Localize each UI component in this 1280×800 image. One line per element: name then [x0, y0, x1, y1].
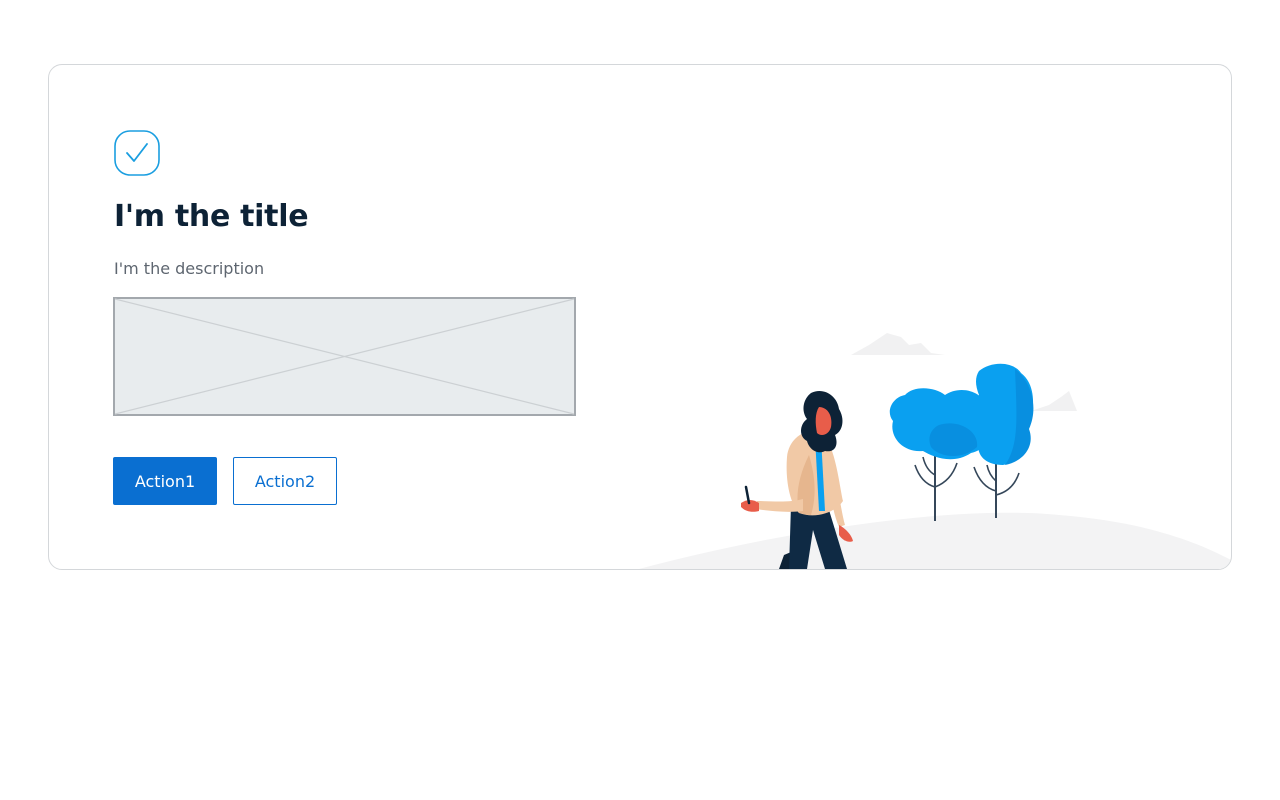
card-title: I'm the title: [114, 199, 309, 234]
action1-button[interactable]: Action1: [113, 457, 217, 505]
card-description: I'm the description: [114, 259, 265, 278]
woman-walking-illustration: [639, 333, 1231, 569]
action2-button[interactable]: Action2: [233, 457, 337, 505]
check-icon: [114, 130, 160, 176]
feedback-card: I'm the title I'm the description Action…: [48, 64, 1232, 570]
image-placeholder: [113, 297, 576, 416]
